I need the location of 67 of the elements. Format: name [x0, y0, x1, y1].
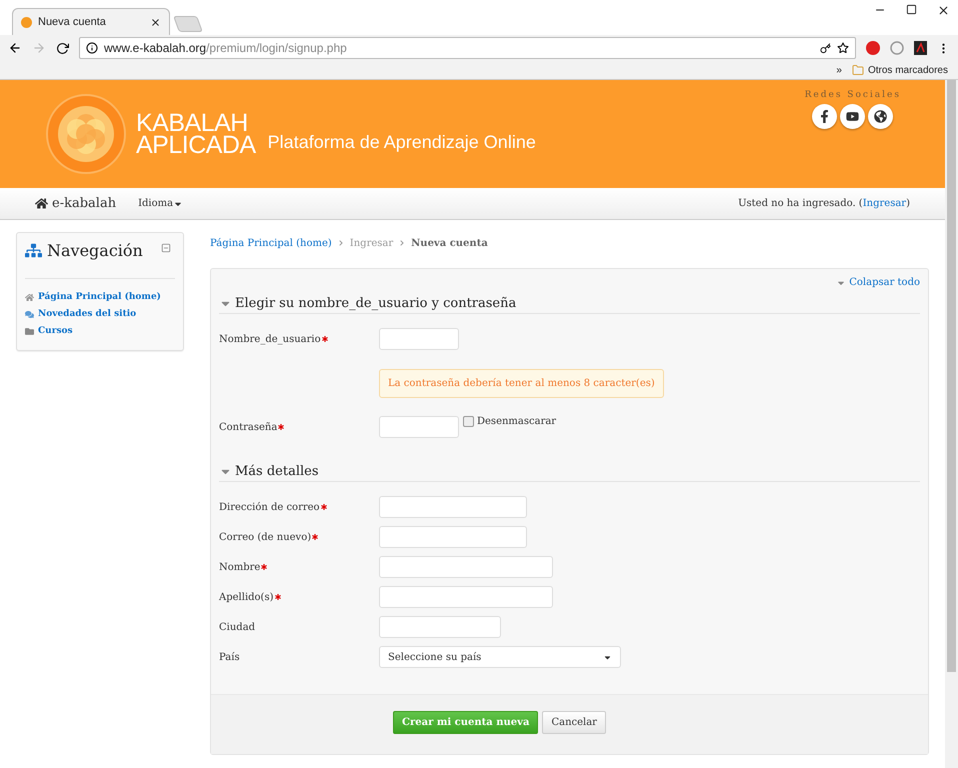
- login-link[interactable]: Ingresar: [862, 198, 906, 209]
- brand-link[interactable]: e-kabalah: [35, 196, 116, 211]
- youtube-icon: [846, 110, 860, 123]
- language-menu[interactable]: Idioma: [138, 198, 184, 209]
- password-field[interactable]: [379, 416, 459, 438]
- maximize-icon[interactable]: [906, 4, 917, 15]
- home-icon: [25, 293, 34, 302]
- login-status: Usted no ha ingresado. (Ingresar): [738, 198, 910, 209]
- nav-link[interactable]: Página Principal (home): [25, 289, 175, 306]
- info-icon[interactable]: [86, 42, 98, 54]
- field-label: Nombre_de_usuario: [219, 334, 321, 344]
- pdf-icon[interactable]: [914, 41, 927, 55]
- chevron-icon: [338, 240, 344, 246]
- bookmark-folder[interactable]: Otros marcadores: [868, 64, 948, 76]
- field-label: Correo (de nuevo): [219, 532, 312, 542]
- text-field[interactable]: [379, 556, 553, 578]
- sitemap-icon: [25, 242, 42, 259]
- breadcrumb-link[interactable]: Página Principal (home): [210, 238, 332, 248]
- chat-icon: [25, 310, 34, 319]
- logo-text: APLICADA: [136, 134, 256, 156]
- collapse-all-link[interactable]: Colapsar todo: [836, 277, 920, 288]
- text-field[interactable]: [379, 526, 527, 548]
- back-icon[interactable]: [8, 41, 22, 55]
- panel-title: Navegación: [47, 241, 143, 260]
- home-icon: [35, 197, 48, 210]
- text-field[interactable]: [379, 616, 501, 638]
- close-icon[interactable]: [937, 4, 950, 17]
- password-hint: La contraseña debería tener al menos 8 caracter(es): [379, 368, 664, 398]
- field-label: Apellido(s): [219, 592, 274, 602]
- browser-tab[interactable]: Nueva cuenta: [12, 8, 170, 35]
- reload-icon[interactable]: [56, 42, 69, 54]
- unmask-checkbox[interactable]: Desenmascarar: [463, 416, 556, 427]
- overflow-chevron[interactable]: »: [836, 64, 842, 76]
- section-header[interactable]: Elegir su nombre_de_usuario y contraseña: [219, 288, 920, 314]
- star-icon[interactable]: [837, 42, 849, 54]
- section-header[interactable]: Más detalles: [219, 456, 920, 482]
- current-page-label: Nueva cuenta: [411, 238, 488, 248]
- address-bar[interactable]: www.e-kabalah.org/premium/login/signup.php: [79, 37, 856, 59]
- field-label: Nombre: [219, 562, 260, 572]
- scrollbar[interactable]: [945, 80, 958, 768]
- nav-link[interactable]: Cursos: [25, 323, 175, 340]
- key-icon[interactable]: [820, 42, 831, 54]
- close-icon[interactable]: [150, 16, 161, 28]
- url-path: /premium/login/signup.php: [206, 41, 347, 55]
- field-label: Dirección de correo: [219, 502, 320, 512]
- nav-link[interactable]: Novedades del sitio: [25, 306, 175, 323]
- field-label: País: [219, 652, 240, 662]
- folder-icon: [852, 64, 864, 76]
- field-label: Ciudad: [219, 622, 256, 632]
- logo-text: KABALAH: [136, 112, 248, 134]
- country-select[interactable]: Seleccione su país: [379, 646, 621, 668]
- globe-icon: [874, 110, 888, 123]
- youtube-button[interactable]: [840, 104, 866, 129]
- folder-icon: [25, 327, 34, 336]
- tagline: Plataforma de Aprendizaje Online: [268, 132, 536, 152]
- cancel-button[interactable]: Cancelar: [542, 711, 606, 734]
- social-title: Redes Sociales: [804, 90, 901, 100]
- chevron-icon: [399, 240, 406, 246]
- text-field[interactable]: [379, 328, 459, 350]
- url-host: www.e-kabalah.org: [104, 41, 206, 55]
- facebook-button[interactable]: [812, 104, 838, 129]
- text-field[interactable]: [379, 496, 527, 518]
- globe-button[interactable]: [868, 104, 894, 129]
- text-field[interactable]: [379, 586, 553, 608]
- field-label: Contraseña: [219, 422, 278, 432]
- collapse-icon[interactable]: [161, 243, 171, 253]
- tab-title: Nueva cuenta: [38, 16, 107, 28]
